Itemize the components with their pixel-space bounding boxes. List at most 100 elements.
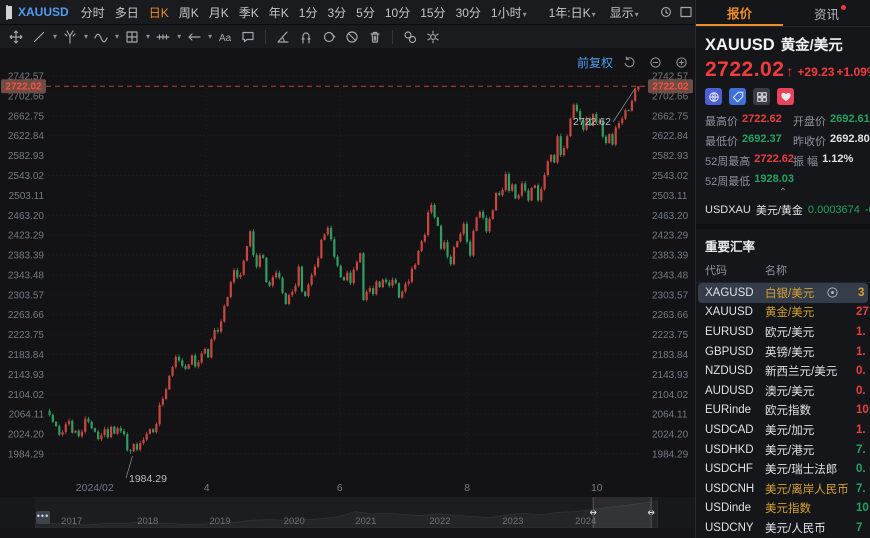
navigator-more-button[interactable]: ••• [36,511,50,524]
grid-icon[interactable] [753,88,770,105]
inverse-code: USDXAU [705,204,751,216]
svg-text:2183.84: 2183.84 [8,350,45,361]
chart-navigator[interactable]: 20172018201920202021202220232024 ••• [0,497,695,528]
collapse-chevron-icon[interactable]: ⌃ [696,189,870,199]
fx-row-USDHKD[interactable]: USDHKD美元/港元7. [696,440,870,460]
undo-icon[interactable] [619,52,639,72]
pitchfork-tool-icon[interactable] [60,27,80,47]
globe-icon[interactable] [705,88,722,105]
period-年K[interactable]: 年K [264,2,294,23]
period-多日[interactable]: 多日 [110,2,144,23]
zoom-in-icon[interactable] [671,52,691,72]
nav-year-2023: 2023 [502,516,523,527]
object-tree-icon[interactable] [400,27,420,47]
svg-text:2143.93: 2143.93 [8,370,45,381]
fx-row-USDCHF[interactable]: USDCHF美元/瑞士法郎0. [696,459,870,479]
inverse-rate-row[interactable]: USDXAU 美元/黄金 0.0003674 -0.00 [696,199,870,229]
stat-52周最高: 52周最高2722.62 [705,153,793,169]
svg-text:2463.20: 2463.20 [8,211,45,222]
magnet-tool-icon[interactable] [296,27,316,47]
last-price: 2722.02 [705,58,784,82]
period-季K[interactable]: 季K [234,2,264,23]
fx-row-XAGUSD[interactable]: XAGUSD白银/美元3 [698,283,868,303]
delete-drawings-icon[interactable] [365,27,385,47]
quote-action-icons [696,82,870,105]
range-selector[interactable]: 1年:日K▾ [544,2,601,23]
arrow-tool-icon[interactable] [184,27,204,47]
indicator-gear-icon[interactable] [656,2,676,22]
svg-text:2303.57: 2303.57 [8,290,45,301]
navigator-svg[interactable]: 20172018201920202021202220232024 [35,497,658,528]
measure-tool-icon[interactable] [153,27,173,47]
period-10分[interactable]: 10分 [380,2,415,23]
wave-tool-icon[interactable] [91,27,111,47]
period-30分[interactable]: 30分 [451,2,486,23]
drawing-settings-icon[interactable] [423,27,443,47]
nav-year-2018: 2018 [137,516,158,527]
tag-icon[interactable] [729,88,746,105]
svg-text:2423.29: 2423.29 [8,231,45,242]
stat-开盘价: 开盘价2692.61 [793,113,870,129]
svg-text:2543.02: 2543.02 [652,171,689,182]
svg-text:1984.29: 1984.29 [8,450,45,461]
fx-row-USDCNY[interactable]: USDCNY美元/人民币7 [696,518,870,538]
period-5分[interactable]: 5分 [351,2,380,23]
angle-tool-icon[interactable] [273,27,293,47]
stat-最低价: 最低价2692.37 [705,133,793,149]
adjust-mode-label[interactable]: 前复权 [577,54,613,71]
tab-news[interactable]: 资讯 [783,0,870,26]
fx-row-XAUUSD[interactable]: XAUUSD黄金/美元27 [696,303,870,323]
fx-row-NZDUSD[interactable]: NZDUSD新西兰元/美元0. [696,361,870,381]
fx-row-EURUSD[interactable]: EURUSD欧元/美元1. [696,322,870,342]
svg-text:6: 6 [337,482,343,494]
high-annotation: 2722.62 [573,116,611,128]
heart-icon[interactable] [777,88,794,105]
period-1分[interactable]: 1分 [294,2,323,23]
nav-year-2020: 2020 [284,516,305,527]
fx-row-GBPUSD[interactable]: GBPUSD英镑/美元1. [696,342,870,362]
symbol-label[interactable]: XAUUSD [14,3,74,21]
period-toolbar: XAUUSD 分时多日日K周K月K季K年K1分3分5分10分15分30分1小时▾… [0,0,701,25]
price-change: +29.23 [797,65,834,79]
quote-price-row: 2722.02 ↑ +29.23 +1.09% [696,55,870,82]
hide-drawings-icon[interactable] [342,27,362,47]
svg-text:2722.02: 2722.02 [5,82,42,93]
freehand-tool-icon[interactable] [319,27,339,47]
svg-text:2024.20: 2024.20 [652,430,689,441]
zoom-out-icon[interactable] [645,52,665,72]
target-icon[interactable] [826,286,839,302]
layout-icon[interactable] [676,2,696,22]
chart-header: 前复权 [577,52,691,72]
period-分时[interactable]: 分时 [76,2,110,23]
svg-text:Aa: Aa [219,33,232,44]
trendline-tool-icon[interactable] [29,27,49,47]
comment-tool-icon[interactable] [238,27,258,47]
svg-text:2104.02: 2104.02 [8,390,45,401]
stat-昨收价: 昨收价2692.80 [793,133,870,149]
tab-quote[interactable]: 报价 [696,0,783,26]
fx-row-USDCAD[interactable]: USDCAD美元/加元1. [696,420,870,440]
fx-row-USDCNH[interactable]: USDCNH美元/离岸人民币7. [696,479,870,499]
svg-text:2463.20: 2463.20 [652,211,689,222]
section-title: 重要汇率 [696,229,870,260]
period-3分[interactable]: 3分 [322,2,351,23]
display-menu[interactable]: 显示▾ [605,2,644,23]
move-tool-icon[interactable] [6,27,26,47]
period-周K[interactable]: 周K [174,2,204,23]
svg-text:2343.48: 2343.48 [8,270,45,281]
pattern-tool-icon[interactable] [122,27,142,47]
svg-text:2622.84: 2622.84 [8,131,45,142]
chart-svg[interactable]: 2742.572742.572702.662702.662662.752662.… [0,48,695,497]
window-layout-icon[interactable] [6,5,8,20]
text-tool-icon[interactable]: Aa [215,27,235,47]
fx-row-AUDUSD[interactable]: AUDUSD澳元/美元0. [696,381,870,401]
candlestick-chart[interactable]: 前复权 2742.572742.572702.662702.662662.752… [0,48,695,497]
up-arrow-icon: ↑ [786,63,793,79]
period-日K[interactable]: 日K [144,2,174,23]
period-月K[interactable]: 月K [204,2,234,23]
svg-text:2303.57: 2303.57 [652,290,689,301]
period-1小时[interactable]: 1小时▾ [486,2,532,23]
fx-row-USDinde[interactable]: USDinde美元指数10 [696,499,870,519]
fx-row-EURinde[interactable]: EURinde欧元指数10 [696,401,870,421]
period-15分[interactable]: 15分 [415,2,450,23]
